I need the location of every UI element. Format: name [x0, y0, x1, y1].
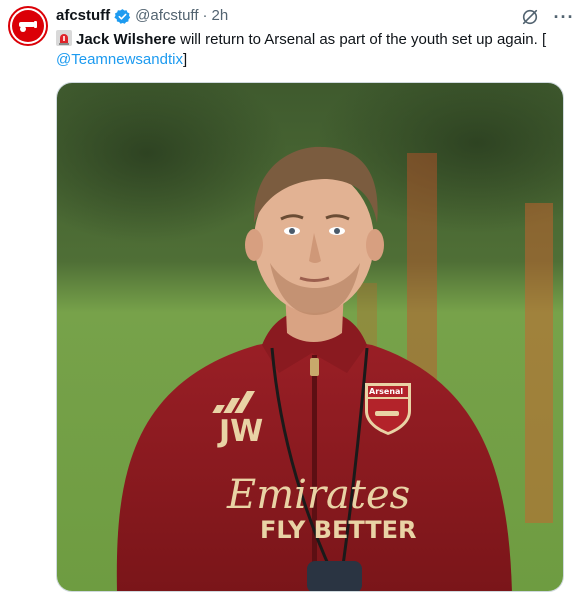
- tweet-text: Jack Wilshere will return to Arsenal as …: [56, 30, 576, 70]
- siren-icon: [56, 30, 72, 46]
- mention-link[interactable]: @Teamnewsandtix: [56, 51, 183, 68]
- tweet-text-rest: will return to Arsenal as part of the yo…: [175, 31, 547, 48]
- tweet-header: afcstuff @afcstuff · 2h: [56, 6, 228, 26]
- more-icon[interactable]: ···: [554, 7, 574, 27]
- separator-dot: ·: [202, 7, 208, 24]
- timestamp[interactable]: 2h: [211, 6, 228, 26]
- tweet-media-photo[interactable]: JW Arsenal Emirates FLY BETTER: [56, 82, 564, 592]
- sponsor-emirates: Emirates: [226, 472, 410, 518]
- display-name[interactable]: afcstuff: [56, 6, 110, 26]
- tweet: afcstuff @afcstuff · 2h ··· Jack Wilsher…: [0, 0, 584, 605]
- header-actions: ···: [520, 6, 574, 28]
- arsenal-cannon-icon: [12, 10, 44, 42]
- avatar[interactable]: [8, 6, 48, 46]
- crest-text: Arsenal: [369, 387, 403, 396]
- shirt-initials: JW: [217, 414, 263, 449]
- verified-badge-icon: [114, 8, 131, 25]
- handle[interactable]: @afcstuff: [135, 6, 198, 26]
- tweet-text-close: ]: [182, 51, 188, 68]
- sponsor-tagline: FLY BETTER: [260, 516, 417, 544]
- grok-icon[interactable]: [520, 7, 540, 27]
- bold-name: Jack Wilshere: [76, 31, 176, 48]
